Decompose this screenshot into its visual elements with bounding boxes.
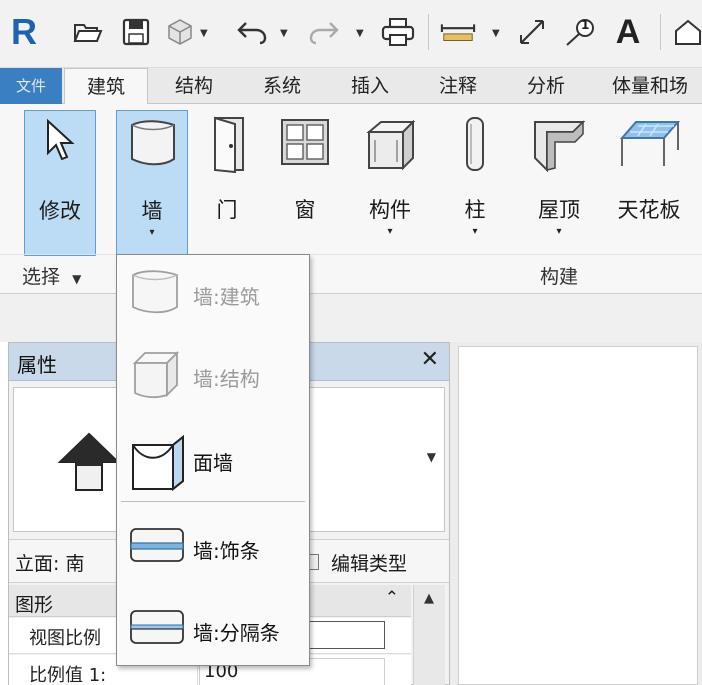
close-icon[interactable]: ✕	[421, 347, 439, 372]
wall-icon	[131, 120, 175, 166]
tag-by-category-icon[interactable]: 1	[562, 12, 598, 52]
ceiling-button[interactable]: 天花板	[606, 110, 692, 258]
open-icon[interactable]	[70, 12, 106, 52]
wall-button[interactable]: 墙 ▾	[116, 110, 188, 258]
door-label: 门	[216, 198, 238, 222]
wall-reveal-icon	[130, 610, 184, 644]
aligned-dimension-icon[interactable]	[514, 12, 550, 52]
menu-item-wall-architectural[interactable]: 墙:建筑	[117, 259, 309, 329]
sync-dropdown-icon[interactable]: ▼	[200, 28, 208, 39]
window-label: 窗	[294, 198, 316, 222]
component-label: 构件	[369, 198, 411, 222]
scroll-up-icon[interactable]: ▲	[424, 591, 434, 606]
edit-type-button[interactable]: 编辑类型	[331, 549, 407, 576]
tab-structure[interactable]: 结构	[152, 68, 236, 104]
wall-architectural-icon	[132, 270, 178, 314]
wall-dropdown-arrow: ▾	[149, 227, 155, 238]
toolbar-separator	[428, 14, 429, 50]
column-label: 柱	[464, 198, 486, 222]
select-panel-label[interactable]: 选择 ▼	[22, 262, 81, 289]
window-icon	[281, 119, 329, 165]
roof-label: 屋顶	[538, 198, 580, 222]
roof-dropdown-arrow: ▾	[556, 226, 562, 237]
cursor-arrow-icon	[47, 118, 75, 161]
menu-item-wall-reveal[interactable]: 墙:分隔条	[117, 595, 309, 665]
component-dropdown-arrow: ▾	[387, 226, 393, 237]
column-dropdown-arrow: ▾	[472, 226, 478, 237]
menu-separator	[121, 501, 305, 502]
menu-item-label: 墙:饰条	[193, 539, 260, 563]
elevation-up-arrow-icon	[57, 432, 121, 491]
menu-item-label: 面墙	[193, 451, 233, 475]
roof-icon	[534, 120, 586, 173]
wall-label: 墙	[141, 199, 163, 223]
collapse-icon[interactable]: ⌃	[385, 588, 399, 608]
modify-label: 修改	[39, 199, 81, 223]
app-menu-button[interactable]: R	[6, 11, 42, 52]
toolbar-separator	[660, 14, 661, 50]
component-button[interactable]: 构件 ▾	[352, 110, 428, 258]
tab-insert[interactable]: 插入	[328, 68, 412, 104]
text-icon[interactable]: A	[610, 12, 646, 52]
text-tool-letter: A	[615, 12, 641, 51]
print-icon[interactable]	[380, 12, 416, 52]
ribbon-panel: 修改 墙 ▾ 门 窗 构件 ▾ 柱 ▾ 屋顶 ▾ 天花板 选择 ▼ 构建	[0, 104, 702, 294]
view-area	[450, 342, 702, 685]
app-logo: R	[11, 11, 37, 52]
sync-central-icon[interactable]	[162, 12, 198, 52]
tab-annotate[interactable]: 注释	[416, 68, 500, 104]
menu-item-wall-sweep[interactable]: 墙:饰条	[117, 513, 309, 583]
category-label: 图形	[15, 594, 54, 616]
instance-filter-label[interactable]: 立面: 南	[15, 549, 84, 576]
type-selector-dropdown-icon[interactable]: ▼	[427, 450, 436, 464]
options-bar	[0, 294, 702, 342]
menu-item-label: 墙:建筑	[193, 285, 260, 309]
measure-dropdown-icon[interactable]: ▼	[492, 28, 500, 39]
door-icon	[214, 116, 244, 174]
ceiling-icon	[619, 121, 681, 166]
save-icon[interactable]	[118, 12, 154, 52]
modify-button[interactable]: 修改	[24, 110, 96, 256]
ceiling-label: 天花板	[617, 198, 681, 222]
default-3d-view-icon[interactable]	[670, 12, 702, 52]
property-key: 比例值 1:	[29, 665, 107, 685]
properties-title: 属性	[17, 353, 57, 377]
build-panel-label: 构建	[540, 266, 579, 288]
undo-icon[interactable]	[234, 12, 270, 52]
roof-button[interactable]: 屋顶 ▾	[524, 110, 594, 258]
drawing-canvas[interactable]	[458, 346, 698, 685]
tag-number: 1	[581, 18, 590, 32]
tab-architecture[interactable]: 建筑	[64, 68, 148, 105]
quick-access-toolbar: R ▼ ▼ ▼ ▼ 1 A	[0, 0, 702, 68]
column-icon	[466, 117, 484, 171]
properties-scrollbar[interactable]: ▲	[413, 585, 445, 685]
window-button[interactable]: 窗	[270, 110, 340, 258]
measure-icon[interactable]	[440, 12, 476, 52]
redo-icon[interactable]	[306, 12, 342, 52]
redo-dropdown-icon[interactable]: ▼	[356, 28, 364, 39]
menu-item-face-wall[interactable]: 面墙	[117, 425, 309, 495]
wall-sweep-icon	[130, 528, 184, 562]
wall-structural-icon	[132, 350, 180, 399]
tab-file[interactable]: 文件	[0, 68, 62, 104]
door-button[interactable]: 门	[192, 110, 262, 258]
face-wall-icon	[132, 434, 184, 492]
component-icon	[366, 119, 416, 171]
menu-item-wall-structural[interactable]: 墙:结构	[117, 341, 309, 411]
property-key: 视图比例	[29, 628, 101, 649]
tab-analyze[interactable]: 分析	[504, 68, 588, 104]
undo-dropdown-icon[interactable]: ▼	[280, 28, 288, 39]
select-dropdown-icon: ▼	[72, 272, 82, 286]
panel-divider	[0, 254, 702, 255]
menu-item-label: 墙:结构	[193, 367, 260, 391]
menu-item-label: 墙:分隔条	[193, 621, 280, 645]
tab-massing-site[interactable]: 体量和场	[598, 68, 702, 104]
column-button[interactable]: 柱 ▾	[440, 110, 510, 258]
ribbon-tabs: 文件 建筑 结构 系统 插入 注释 分析 体量和场	[0, 68, 702, 105]
wall-dropdown-menu: 墙:建筑 墙:结构 面墙 墙:饰条 墙:分隔条	[116, 254, 310, 666]
tab-systems[interactable]: 系统	[240, 68, 324, 104]
